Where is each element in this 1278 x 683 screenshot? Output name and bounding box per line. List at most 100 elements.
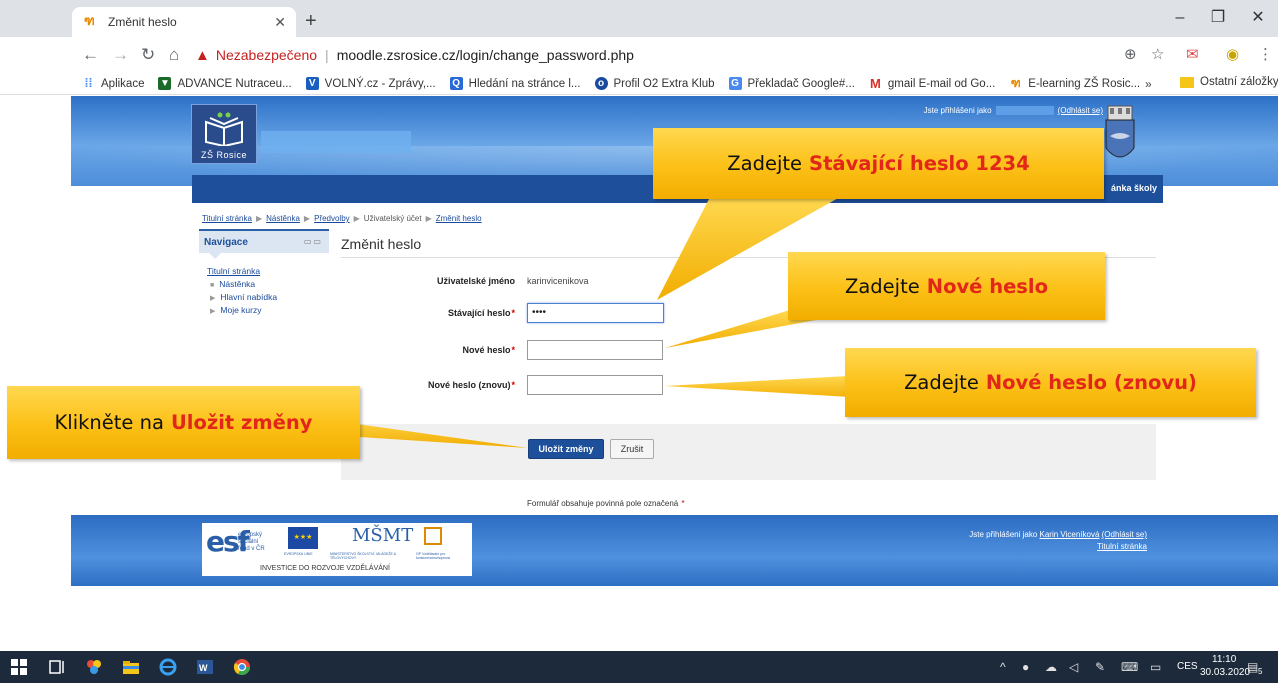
keyboard-icon[interactable]: ⌨ (1121, 660, 1138, 674)
other-bookmarks-folder[interactable]: Ostatní záložky (1180, 76, 1278, 88)
advance-icon: ▼ (158, 77, 172, 90)
edge-browser-icon[interactable] (159, 658, 177, 676)
task-view-icon[interactable] (48, 658, 66, 676)
clock-date[interactable]: 30.03.2020 (1200, 667, 1250, 678)
display-icon[interactable]: ▭ (1150, 660, 1161, 674)
bookmarks-overflow-button[interactable]: » (1145, 77, 1152, 91)
nav-item-home[interactable]: Titulní stránka (207, 266, 329, 276)
breadcrumb-dashboard[interactable]: Nástěnka (266, 214, 300, 223)
bookmark-label: Překladač Google#... (747, 77, 855, 90)
bookmark-translate[interactable]: G Překladač Google#... (728, 77, 855, 90)
windows-start-icon[interactable] (10, 658, 28, 676)
language-indicator[interactable]: CES (1177, 661, 1198, 672)
tray-app-icon[interactable]: ● (1022, 660, 1029, 674)
o2-icon: o (594, 77, 608, 90)
op-caption: OP Vzdělávání pro konkurenceschopnost (416, 552, 451, 560)
navigation-block: Navigace ▭▭ Titulní stránka ■ Nástěnka ▶ H… (199, 229, 329, 318)
pen-icon[interactable]: ✎ (1095, 660, 1105, 674)
app-multicolor-icon[interactable] (85, 658, 103, 676)
current-password-label-text: Stávající heslo (447, 308, 511, 318)
current-password-input[interactable]: •••• (527, 303, 664, 323)
other-bookmarks-label: Ostatní záložky (1200, 76, 1278, 88)
logos-caption: INVESTICE DO ROZVOJE VZDĚLÁVÁNÍ (260, 565, 390, 572)
callout-new-password: Zadejte Nové heslo (788, 252, 1105, 320)
file-explorer-icon[interactable] (122, 658, 140, 676)
gmail-icon: M (869, 76, 881, 91)
close-tab-icon[interactable]: ✕ (274, 14, 286, 31)
menu-icon[interactable]: ⋮ (1258, 45, 1273, 63)
browser-tab[interactable]: ฑ Změnit heslo ✕ (72, 7, 296, 37)
login-prefix: Jste přihlášeni jako (923, 106, 992, 115)
home-icon[interactable]: ⌂ (169, 45, 179, 65)
required-mark: * (681, 499, 685, 508)
user-name-redacted (995, 106, 1054, 116)
required-mark: * (511, 345, 515, 355)
profile-avatar-icon[interactable]: ◉ (1226, 45, 1239, 63)
bookmark-elearning[interactable]: ฑ E-learning ZŠ Rosic... (1009, 77, 1140, 90)
word-icon[interactable]: W (196, 658, 214, 676)
logout-link-top[interactable]: (Odhlásit se) (1058, 106, 1103, 115)
moodle-icon: ฑ (84, 14, 95, 29)
restore-button[interactable]: ❐ (1206, 8, 1230, 28)
bookmark-star-icon[interactable]: ☆ (1151, 45, 1164, 63)
footer-home-link[interactable]: Titulní stránka (1097, 542, 1147, 551)
eu-funding-logos: esf evropský sociální fond v ČR ★★★ EVROPS… (202, 523, 472, 576)
footer-user-link[interactable]: Karin Viceníková (1040, 530, 1100, 539)
onedrive-icon[interactable]: ☁ (1045, 660, 1057, 674)
school-logo[interactable]: ZŠ Rosice (191, 104, 257, 164)
navbar-link[interactable]: ánka školy (1111, 183, 1157, 193)
address-bar[interactable]: ▲ Nezabezpečeno | moodle.zsrosice.cz/log… (195, 41, 1155, 69)
search-icon: Q (449, 77, 463, 90)
book-logo-icon (205, 112, 243, 146)
navigation-block-header: Navigace ▭▭ (199, 229, 329, 259)
bookmark-advance[interactable]: ▼ ADVANCE Nutraceu... (158, 77, 292, 90)
required-fields-note: Formulář obsahuje povinná pole označená … (527, 499, 685, 508)
eu-caption: EVROPSKÁ UNIE (284, 552, 313, 556)
mail-extension-icon[interactable]: ✉ (1186, 45, 1199, 63)
bookmark-gmail[interactable]: M gmail E-mail od Go... (869, 77, 995, 90)
insecure-label: Nezabezpečeno (215, 47, 318, 63)
bookmark-label: Profil O2 Extra Klub (613, 77, 715, 90)
bookmark-label: gmail E-mail od Go... (887, 77, 996, 90)
bookmark-volny[interactable]: V VOLNÝ.cz - Zprávy,... (305, 77, 436, 90)
expand-arrow-icon: ▶ (210, 308, 216, 315)
navigation-list: Titulní stránka ■ Nástěnka ▶ Hlavní nabídk… (199, 266, 329, 315)
bookmark-search[interactable]: Q Hledání na stránce l... (449, 77, 581, 90)
required-note-text: Formulář obsahuje povinná pole označená (527, 499, 679, 508)
nav-item-main-menu[interactable]: ▶ Hlavní nabídka (207, 292, 329, 302)
reload-icon[interactable]: ↻ (141, 45, 155, 65)
op-logo-icon (424, 527, 442, 545)
warning-icon: ▲ (195, 46, 210, 64)
forward-icon[interactable]: → (112, 45, 129, 65)
close-window-button[interactable]: ✕ (1246, 8, 1270, 28)
notifications-icon[interactable]: ▤ (1247, 660, 1258, 674)
breadcrumb-user-account: Uživatelský účet (363, 214, 422, 223)
bookmark-o2[interactable]: o Profil O2 Extra Klub (594, 77, 715, 90)
block-controls-icon[interactable]: ▭▭ (304, 237, 323, 246)
volume-icon[interactable]: ◁ (1069, 660, 1078, 674)
new-tab-button[interactable]: + (305, 11, 317, 31)
chrome-icon[interactable] (233, 658, 251, 676)
callout-prefix: Zadejte (904, 371, 979, 394)
breadcrumb-preferences[interactable]: Předvolby (314, 214, 350, 223)
repeat-password-input[interactable] (527, 375, 663, 395)
cancel-button[interactable]: Zrušit (610, 439, 654, 459)
footer-logout-link[interactable]: (Odhlásit se) (1102, 530, 1147, 539)
nav-item-dashboard[interactable]: ■ Nástěnka (207, 279, 329, 289)
save-changes-button[interactable]: Uložit změny (528, 439, 604, 459)
back-icon[interactable]: ← (82, 45, 99, 65)
town-crest-icon (1105, 105, 1135, 158)
tray-expand-icon[interactable]: ^ (1000, 660, 1006, 674)
zoom-icon[interactable]: ⊕ (1124, 45, 1137, 63)
folder-icon (1180, 76, 1194, 88)
breadcrumb-change-password[interactable]: Změnit heslo (436, 214, 482, 223)
clock-time[interactable]: 11:10 (1212, 654, 1236, 665)
breadcrumb-home[interactable]: Titulní stránka (202, 214, 252, 223)
repeat-password-row: Nové heslo (znovu)* (341, 375, 663, 395)
bookmark-apps[interactable]: ⁞⁞ Aplikace (82, 77, 145, 90)
nav-item-my-courses[interactable]: ▶ Moje kurzy (207, 305, 329, 315)
new-password-input[interactable] (527, 340, 663, 360)
minimize-button[interactable]: – (1168, 8, 1192, 28)
username-value: karinvicenikova (527, 276, 589, 286)
tab-title: Změnit heslo (108, 15, 177, 29)
